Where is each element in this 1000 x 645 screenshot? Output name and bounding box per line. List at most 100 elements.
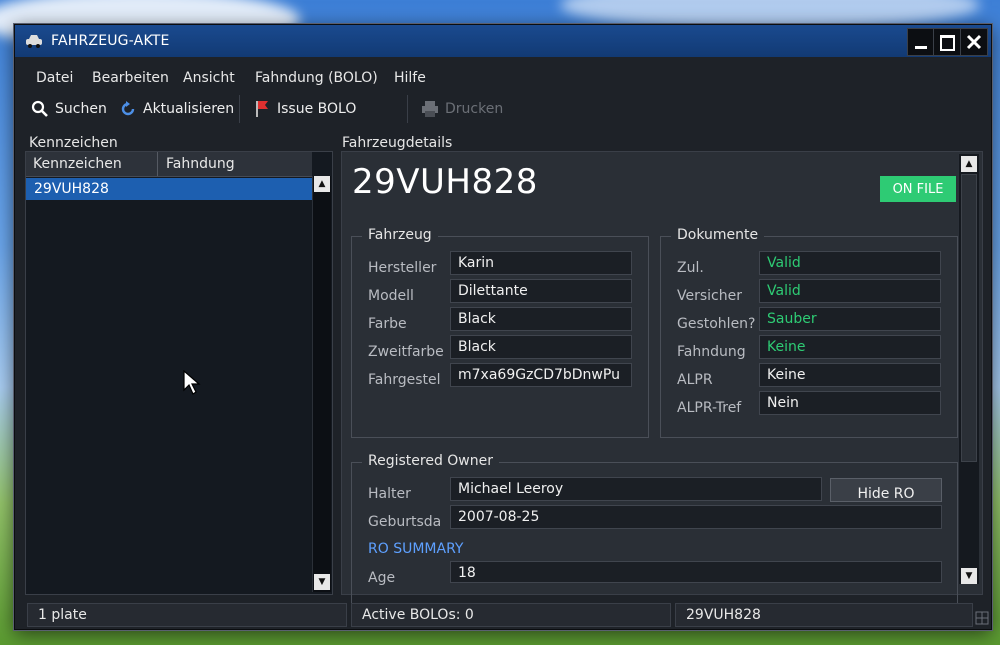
scroll-down-button[interactable]: ▼ bbox=[961, 568, 977, 584]
field-value: Sauber bbox=[767, 311, 817, 327]
plate-list-header: Kennzeichen Fahndung bbox=[26, 152, 312, 177]
field-value: 18 bbox=[458, 565, 476, 581]
scroll-up-button[interactable]: ▲ bbox=[961, 156, 977, 172]
plate-list-scrollbar[interactable]: ▲ ▼ bbox=[312, 176, 331, 592]
bolo-field[interactable]: Keine bbox=[759, 335, 941, 359]
manufacturer-field[interactable]: Karin bbox=[450, 251, 632, 275]
toolbar-separator bbox=[407, 95, 408, 123]
field-label: Zul. bbox=[677, 260, 704, 276]
row-plate: 29VUH828 bbox=[34, 181, 109, 197]
hide-ro-button[interactable]: Hide RO bbox=[830, 478, 942, 502]
refresh-icon bbox=[121, 101, 135, 116]
car-icon bbox=[26, 35, 42, 48]
refresh-button[interactable]: Aktualisieren bbox=[119, 100, 234, 118]
secondary-color-field[interactable]: Black bbox=[450, 335, 632, 359]
printer-icon bbox=[422, 101, 438, 117]
maximize-icon bbox=[940, 35, 955, 51]
ro-summary-link[interactable]: RO SUMMARY bbox=[368, 541, 463, 557]
toolbar: Suchen Aktualisieren Issue BOLO Drucken bbox=[15, 91, 991, 125]
field-value: Keine bbox=[767, 367, 806, 383]
documents-group: Dokumente Zul. Valid Versicher Valid Ges… bbox=[660, 227, 958, 438]
print-label: Drucken bbox=[445, 101, 504, 117]
menu-bar: Datei Bearbeiten Ansicht Fahndung (BOLO)… bbox=[15, 65, 991, 89]
holder-field[interactable]: Michael Leeroy bbox=[450, 477, 822, 501]
refresh-label: Aktualisieren bbox=[143, 101, 235, 117]
close-button[interactable] bbox=[960, 28, 988, 56]
mouse-cursor-icon bbox=[183, 370, 201, 395]
menu-ansicht[interactable]: Ansicht bbox=[183, 70, 235, 86]
scroll-down-button[interactable]: ▼ bbox=[314, 574, 330, 590]
field-label: ALPR-Tref bbox=[677, 400, 742, 416]
field-label: Zweitfarbe bbox=[368, 344, 444, 360]
selected-plate-status: 29VUH828 bbox=[675, 603, 973, 627]
status-badge: ON FILE bbox=[880, 176, 956, 202]
field-value: Nein bbox=[767, 395, 799, 411]
field-value: Valid bbox=[767, 283, 801, 299]
column-divider bbox=[157, 152, 158, 176]
field-value: Michael Leeroy bbox=[458, 481, 564, 497]
field-label: Modell bbox=[368, 288, 414, 304]
field-label: Farbe bbox=[368, 316, 407, 332]
plate-list[interactable]: Kennzeichen Fahndung 29VUH828 ▲ ▼ bbox=[25, 151, 333, 595]
flag-icon bbox=[256, 101, 268, 117]
maximize-button[interactable] bbox=[933, 28, 961, 56]
vehicle-record-window: FAHRZEUG-AKTE Datei Bearbeiten Ansicht F… bbox=[14, 24, 992, 630]
status-bar: 1 plate Active BOLOs: 0 29VUH828 bbox=[15, 601, 991, 627]
field-label: Fahrgestel bbox=[368, 372, 441, 388]
issue-bolo-label: Issue BOLO bbox=[277, 101, 357, 117]
scroll-up-button[interactable]: ▲ bbox=[314, 176, 330, 192]
plate-number: 29VUH828 bbox=[352, 162, 538, 202]
status-text: Active BOLOs: 0 bbox=[362, 607, 474, 623]
model-field[interactable]: Dilettante bbox=[450, 279, 632, 303]
scroll-thumb[interactable] bbox=[961, 174, 977, 462]
column-header-bolo[interactable]: Fahndung bbox=[166, 156, 235, 172]
table-row[interactable]: 29VUH828 bbox=[26, 178, 312, 200]
menu-datei[interactable]: Datei bbox=[36, 70, 73, 86]
minimize-icon bbox=[915, 46, 927, 49]
field-value: m7xa69GzCD7bDnwPu bbox=[458, 367, 620, 383]
color-field[interactable]: Black bbox=[450, 307, 632, 331]
status-text: 1 plate bbox=[38, 607, 87, 623]
minimize-button[interactable] bbox=[907, 28, 935, 56]
menu-fahndung[interactable]: Fahndung (BOLO) bbox=[255, 70, 378, 86]
owner-group-title: Registered Owner bbox=[362, 453, 499, 469]
field-label: Geburtsda bbox=[368, 514, 442, 530]
title-bar[interactable]: FAHRZEUG-AKTE bbox=[15, 25, 991, 57]
field-value: 2007-08-25 bbox=[458, 509, 540, 525]
field-label: Halter bbox=[368, 486, 411, 502]
field-label: ALPR bbox=[677, 372, 713, 388]
vehicle-group-title: Fahrzeug bbox=[362, 227, 438, 243]
documents-group-title: Dokumente bbox=[671, 227, 765, 243]
alpr-hit-field[interactable]: Nein bbox=[759, 391, 941, 415]
field-value: Karin bbox=[458, 255, 495, 271]
vehicle-details-panel: 29VUH828 ON FILE Fahrzeug Hersteller Kar… bbox=[341, 151, 983, 603]
resize-grip-icon[interactable] bbox=[975, 611, 989, 625]
stolen-field[interactable]: Sauber bbox=[759, 307, 941, 331]
menu-hilfe[interactable]: Hilfe bbox=[394, 70, 426, 86]
print-button[interactable]: Drucken bbox=[421, 100, 503, 118]
insurance-field[interactable]: Valid bbox=[759, 279, 941, 303]
menu-bearbeiten[interactable]: Bearbeiten bbox=[92, 70, 169, 86]
close-icon bbox=[966, 34, 982, 50]
field-label: Gestohlen? bbox=[677, 316, 756, 332]
age-field[interactable]: 18 bbox=[450, 561, 942, 583]
registration-field[interactable]: Valid bbox=[759, 251, 941, 275]
search-button[interactable]: Suchen bbox=[31, 100, 107, 118]
field-value: Valid bbox=[767, 255, 801, 271]
field-label: Fahndung bbox=[677, 344, 746, 360]
search-label: Suchen bbox=[55, 101, 107, 117]
details-scrollbar[interactable]: ▲ ▼ bbox=[958, 154, 979, 584]
vehicle-group: Fahrzeug Hersteller Karin Modell Diletta… bbox=[351, 227, 649, 438]
column-header-plate[interactable]: Kennzeichen bbox=[33, 156, 122, 172]
toolbar-separator bbox=[239, 95, 240, 123]
alpr-field[interactable]: Keine bbox=[759, 363, 941, 387]
plate-count-status: 1 plate bbox=[27, 603, 347, 627]
issue-bolo-button[interactable]: Issue BOLO bbox=[253, 100, 356, 118]
field-label: Hersteller bbox=[368, 260, 437, 276]
search-icon bbox=[31, 100, 48, 117]
vin-field[interactable]: m7xa69GzCD7bDnwPu bbox=[450, 363, 632, 387]
dob-field[interactable]: 2007-08-25 bbox=[450, 505, 942, 529]
plates-section-label: Kennzeichen bbox=[29, 135, 118, 151]
active-bolos-status: Active BOLOs: 0 bbox=[351, 603, 671, 627]
owner-group: Registered Owner Halter Michael Leeroy H… bbox=[351, 453, 958, 603]
